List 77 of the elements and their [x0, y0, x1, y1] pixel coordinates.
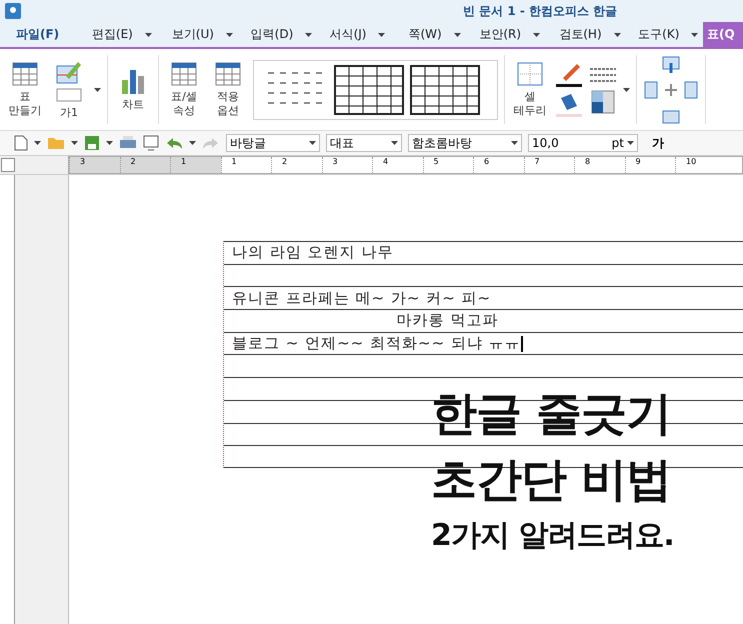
- ruler-number: 2: [271, 157, 322, 173]
- font-dropdown[interactable]: 함초롬바탕: [408, 134, 522, 152]
- ruler-number: 6: [473, 157, 524, 173]
- cell-border-button[interactable]: 셀 테두리: [511, 90, 549, 118]
- unit-label: pt: [612, 136, 624, 150]
- caret-icon[interactable]: [623, 88, 630, 92]
- insert-cells-icon[interactable]: [643, 54, 699, 124]
- caret-icon[interactable]: [691, 32, 698, 36]
- bold-button[interactable]: 가: [652, 134, 664, 152]
- overlay-caption: 초간단 비법: [431, 451, 672, 508]
- caret-icon[interactable]: [144, 32, 152, 36]
- caret-icon[interactable]: [309, 141, 316, 145]
- table-properties-button[interactable]: 표/셀 속성: [165, 90, 203, 118]
- preview-icon[interactable]: [143, 135, 159, 151]
- bar-chart-icon[interactable]: [120, 68, 146, 94]
- menu-tab[interactable]: 표(Q: [703, 22, 743, 47]
- make-table-button[interactable]: 표 만들기: [6, 90, 44, 118]
- ruler-number: 7: [524, 157, 574, 173]
- cell-style-icon[interactable]: [56, 88, 82, 102]
- font-size-field[interactable]: 10,0 pt: [528, 134, 638, 152]
- caret-icon[interactable]: [106, 141, 113, 145]
- menu-tab[interactable]: 파일(F): [10, 22, 86, 47]
- cell-split-icon[interactable]: [591, 90, 615, 114]
- ruler-number: 5: [422, 157, 473, 173]
- ruler-number: 1: [220, 157, 271, 173]
- ruler-number: 10: [675, 157, 726, 173]
- table-cell-text: 마카롱 먹고파: [396, 311, 498, 330]
- grid-table-icon[interactable]: [410, 64, 480, 114]
- app-logo-icon: [5, 3, 21, 19]
- table-cell-text: 블로그 ~ 언제~~ 최적화~~ 되냐 ㅠㅠ: [232, 334, 521, 354]
- ruler-number: 9: [624, 157, 675, 173]
- caret-icon[interactable]: [34, 141, 41, 145]
- undo-icon[interactable]: [165, 136, 183, 150]
- menu-tab[interactable]: 보안(R): [473, 22, 554, 47]
- caret-icon[interactable]: [94, 88, 101, 92]
- menu-tab[interactable]: 서식(J): [324, 22, 402, 47]
- menu-tab[interactable]: 검토(H): [553, 22, 632, 47]
- caret-icon[interactable]: [305, 32, 312, 36]
- caret-icon[interactable]: [71, 141, 78, 145]
- caret-icon[interactable]: [391, 141, 398, 145]
- print-icon[interactable]: [119, 135, 137, 151]
- menu-tab[interactable]: 도구(K): [632, 22, 704, 47]
- menu-tab[interactable]: 입력(D): [244, 22, 324, 47]
- ruler-number: 3: [69, 157, 120, 173]
- ruler-number: 3: [322, 157, 372, 173]
- window-title: 빈 문서 1 - 한컴오피스 한글: [463, 2, 618, 20]
- pencil-table-icon[interactable]: [56, 60, 82, 84]
- redo-icon: [202, 136, 220, 150]
- style-dropdown[interactable]: 바탕글: [226, 134, 320, 152]
- caret-icon[interactable]: [378, 32, 386, 36]
- ruler-number: 4: [372, 157, 422, 173]
- caret-icon[interactable]: [454, 32, 461, 36]
- grid-table-icon[interactable]: [334, 64, 404, 114]
- menu-tab[interactable]: 보기(U): [166, 22, 245, 47]
- caret-icon[interactable]: [614, 32, 621, 36]
- ruler-corner-button[interactable]: [1, 158, 15, 172]
- overlay-caption: 2가지 알려드려요.: [431, 517, 674, 555]
- menu-tab[interactable]: 편집(E): [86, 22, 166, 47]
- menu-tab[interactable]: 쪽(W): [402, 22, 474, 47]
- apply-options-button[interactable]: 적용 옵션: [209, 90, 247, 118]
- save-icon[interactable]: [84, 135, 100, 151]
- caret-icon[interactable]: [511, 141, 518, 145]
- table-style-gallery[interactable]: [253, 60, 498, 120]
- caret-icon[interactable]: [533, 32, 540, 36]
- table-cell-text: 나의 라임 오렌지 나무: [232, 243, 394, 262]
- caret-icon[interactable]: [226, 32, 233, 36]
- chart-button[interactable]: 차트: [114, 98, 152, 112]
- caret-icon[interactable]: [189, 141, 196, 145]
- new-document-icon[interactable]: [14, 135, 28, 151]
- caret-icon[interactable]: [627, 141, 634, 145]
- ruler-number: 2: [120, 157, 170, 173]
- table-cell-text: 유니콘 프라페는 메~ 가~ 커~ 피~: [232, 288, 492, 308]
- table-grid-icon[interactable]: [12, 62, 38, 86]
- cell-style-label: 가1: [59, 106, 79, 120]
- ruler-number: 8: [574, 157, 624, 173]
- language-dropdown[interactable]: 대표: [326, 134, 402, 152]
- cell-border-icon[interactable]: [517, 62, 543, 86]
